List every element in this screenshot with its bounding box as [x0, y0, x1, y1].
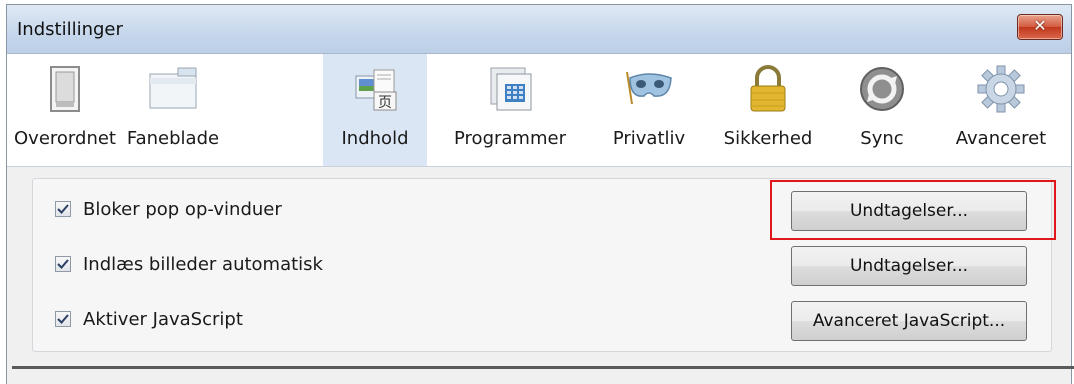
pane-label: Faneblade	[126, 128, 220, 149]
enable-javascript-label[interactable]: Aktiver JavaScript	[83, 309, 243, 330]
annotation-highlight-box	[770, 180, 1056, 240]
pane-avanceret[interactable]: Avanceret	[943, 54, 1059, 166]
block-popups-checkbox[interactable]	[55, 201, 71, 217]
pane-label: Indhold	[341, 128, 409, 149]
pane-label: Sikkerhed	[723, 128, 813, 149]
pane-overordnet[interactable]: Overordnet	[9, 54, 121, 166]
title-bar: Indstillinger ✕	[7, 5, 1071, 54]
pane-label: Sync	[860, 128, 904, 149]
advanced-javascript-button[interactable]: Avanceret JavaScript...	[791, 301, 1027, 341]
checkmark-icon	[57, 204, 69, 214]
mask-icon	[626, 71, 672, 105]
svg-text:页: 页	[378, 95, 392, 111]
window-title: Indstillinger	[17, 19, 123, 40]
pane-sikkerhed[interactable]: Sikkerhed	[713, 54, 823, 166]
preferences-toolbar: Overordnet Faneblade 页 Indhold Programme…	[7, 54, 1071, 167]
pane-faneblade[interactable]: Faneblade	[121, 54, 225, 166]
switch-icon	[50, 66, 80, 112]
applications-icon	[490, 67, 532, 111]
gear-icon	[977, 65, 1025, 113]
padlock-icon	[750, 65, 786, 112]
folder-tabs-icon	[149, 67, 197, 109]
pane-programmer[interactable]: Programmer	[443, 54, 577, 166]
pane-label: Programmer	[454, 128, 566, 149]
checkmark-icon	[57, 259, 69, 269]
close-icon: ✕	[1033, 16, 1047, 35]
content-icon: 页	[355, 69, 397, 111]
load-images-label[interactable]: Indlæs billeder automatisk	[83, 254, 323, 275]
pane-indhold[interactable]: 页 Indhold	[323, 54, 427, 166]
pane-label: Privatliv	[612, 128, 686, 149]
enable-javascript-checkbox[interactable]	[55, 311, 71, 327]
close-button[interactable]: ✕	[1017, 14, 1063, 40]
pane-privatliv[interactable]: Privatliv	[597, 54, 701, 166]
block-popups-label[interactable]: Bloker pop op-vinduer	[83, 199, 282, 220]
pane-label: Avanceret	[955, 128, 1047, 149]
image-exceptions-button[interactable]: Undtagelser...	[791, 246, 1027, 286]
checkmark-icon	[57, 314, 69, 324]
pane-sync[interactable]: Sync	[837, 54, 927, 166]
pane-label: Overordnet	[14, 128, 116, 149]
sync-icon	[860, 67, 904, 111]
load-images-checkbox[interactable]	[55, 256, 71, 272]
